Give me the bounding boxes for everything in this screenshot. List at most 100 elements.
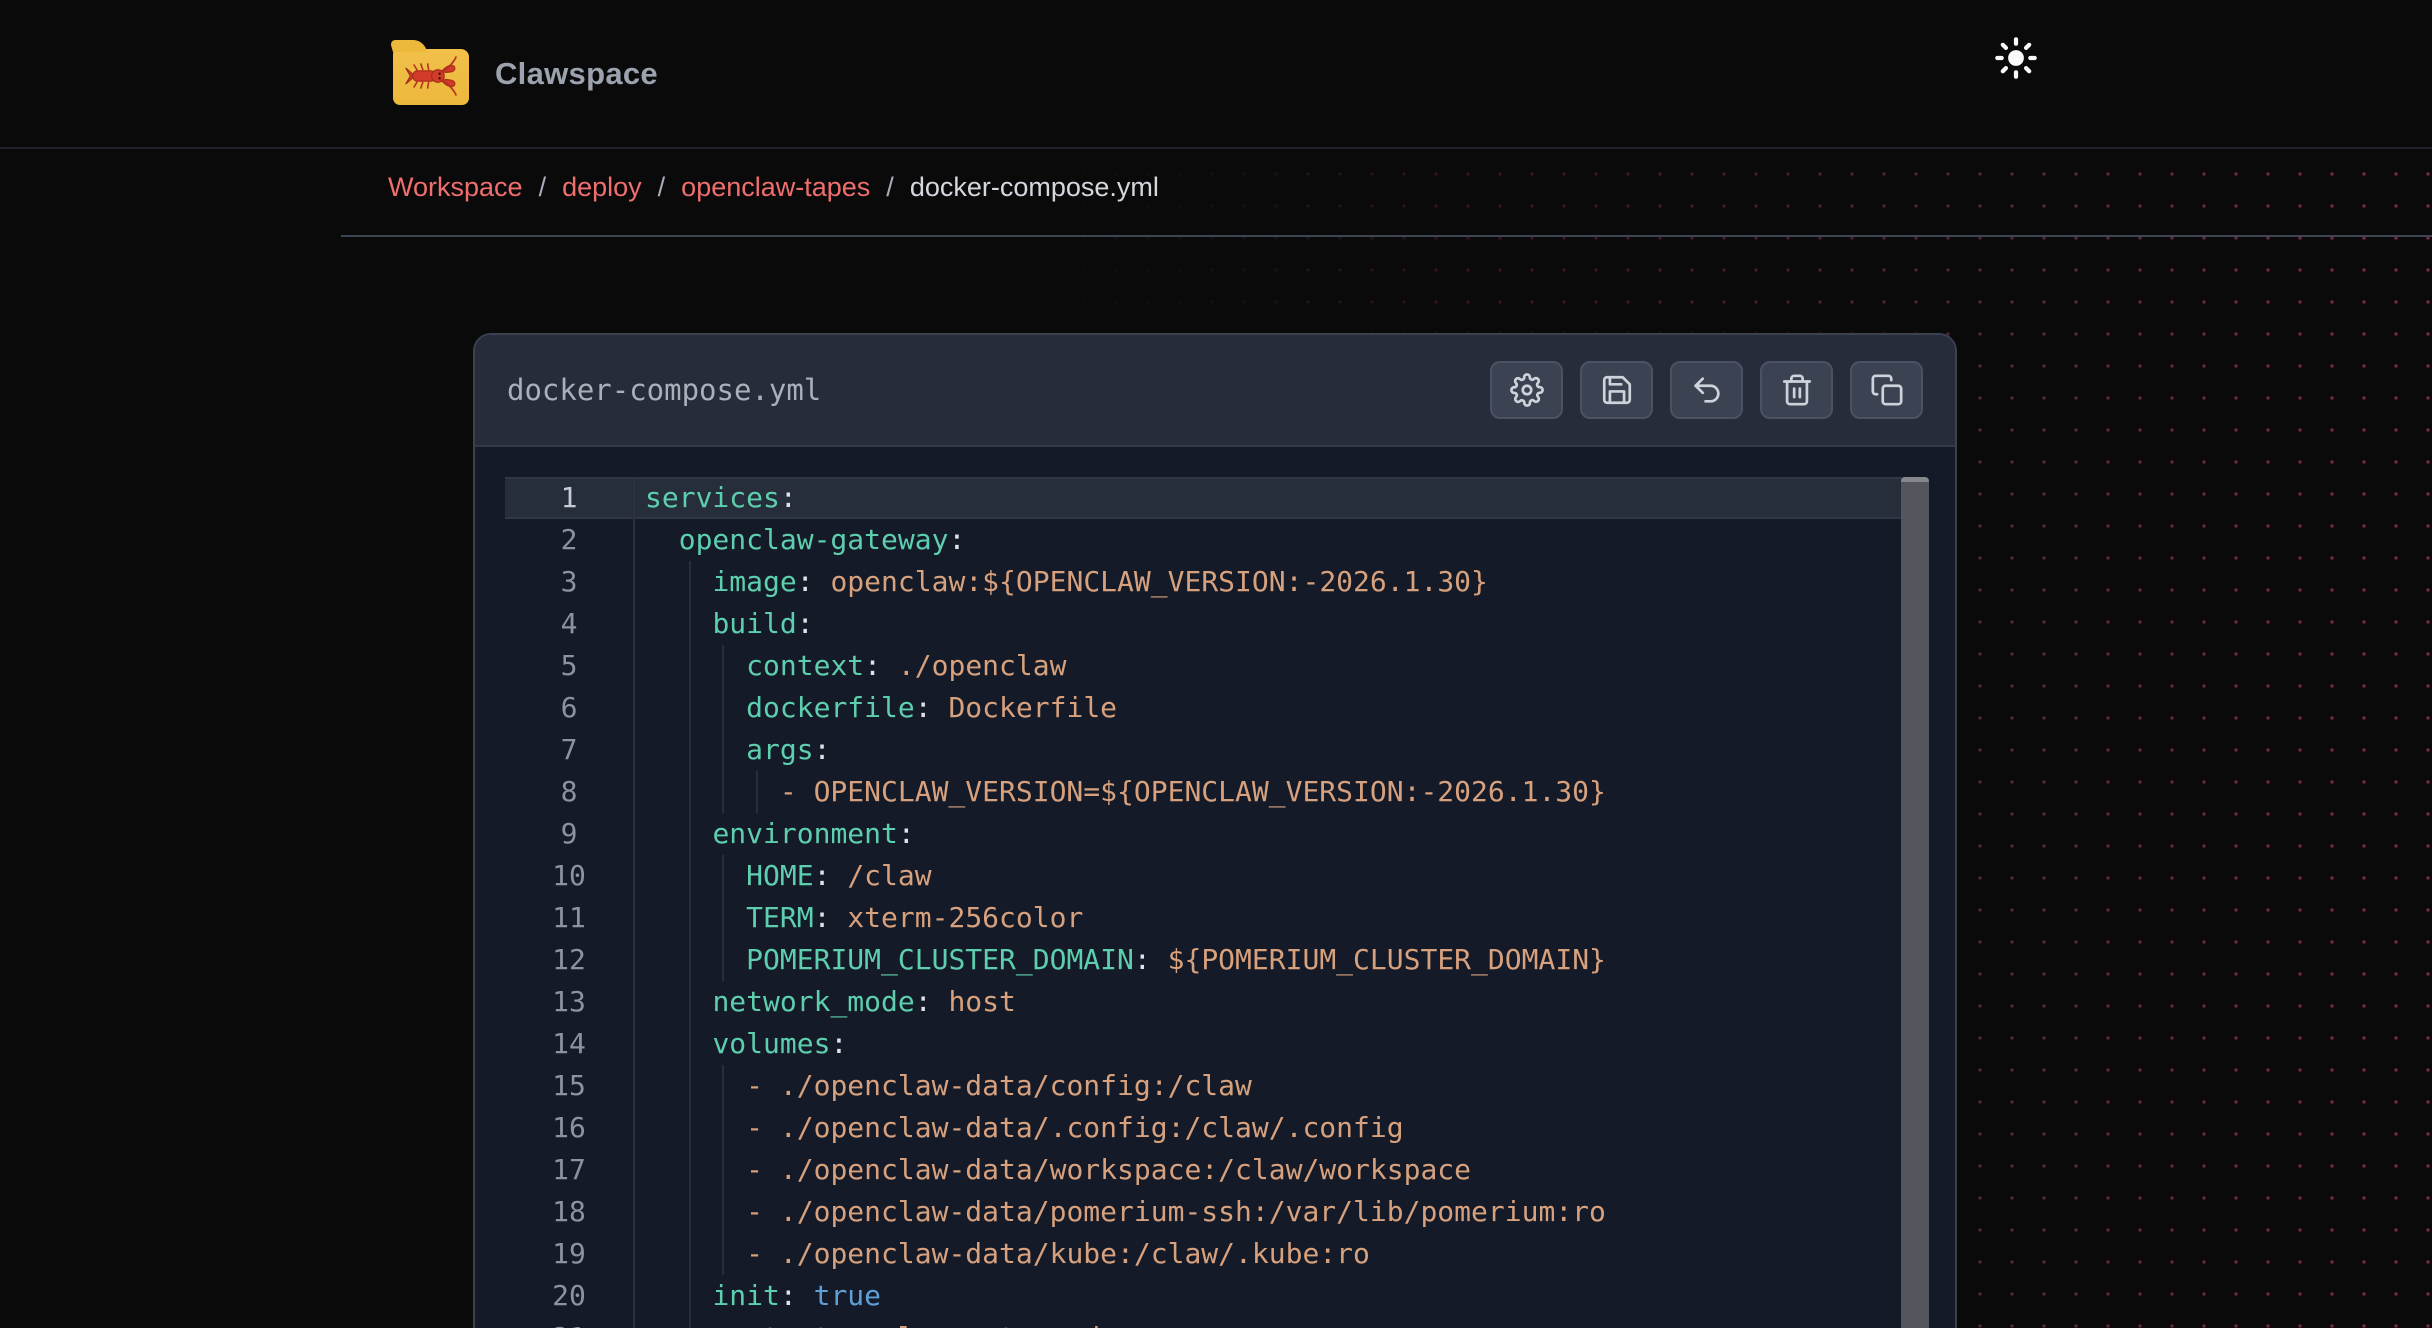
code-token: init (712, 1279, 779, 1312)
editor-panel-header: docker-compose.yml (475, 335, 1955, 447)
code-token: context (746, 649, 864, 682)
code-line[interactable]: 9 environment: (505, 813, 1925, 855)
line-number: 17 (505, 1149, 635, 1191)
editor-toolbar (1490, 361, 1923, 419)
line-number: 6 (505, 687, 635, 729)
code-token: network_mode (712, 985, 914, 1018)
code-line[interactable]: 20 init: true (505, 1275, 1925, 1317)
lobster-icon (403, 53, 459, 99)
code-line-text: - ./openclaw-data/pomerium-ssh:/var/lib/… (635, 1191, 1606, 1233)
code-token (645, 1195, 746, 1228)
copy-button[interactable] (1850, 361, 1923, 419)
theme-toggle-button[interactable] (1988, 30, 2044, 86)
scrollbar-thumb[interactable] (1901, 477, 1929, 1328)
settings-button[interactable] (1490, 361, 1563, 419)
brand-home-link[interactable]: Clawspace (393, 43, 658, 105)
line-number: 7 (505, 729, 635, 771)
code-token: - ./openclaw-data/config:/claw (746, 1069, 1252, 1102)
line-number: 4 (505, 603, 635, 645)
code-token: HOME (746, 859, 813, 892)
breadcrumb-current-file: docker-compose.yml (910, 172, 1159, 203)
indent-guide (689, 1023, 691, 1065)
code-line[interactable]: 8 - OPENCLAW_VERSION=${OPENCLAW_VERSION:… (505, 771, 1925, 813)
indent-guide (722, 1107, 724, 1149)
code-token (645, 1069, 746, 1102)
code-token (645, 943, 746, 976)
breadcrumb-separator: / (658, 172, 666, 203)
code-token: ${POMERIUM_CLUSTER_DOMAIN} (1168, 943, 1606, 976)
code-token: /claw (847, 859, 931, 892)
indent-guide (689, 939, 691, 981)
line-number: 9 (505, 813, 635, 855)
code-line[interactable]: 3 image: openclaw:${OPENCLAW_VERSION:-20… (505, 561, 1925, 603)
code-line[interactable]: 11 TERM: xterm-256color (505, 897, 1925, 939)
code-line[interactable]: 17 - ./openclaw-data/workspace:/claw/wor… (505, 1149, 1925, 1191)
app-header: Clawspace (0, 0, 2432, 149)
undo-button[interactable] (1670, 361, 1743, 419)
breadcrumb-separator: / (886, 172, 894, 203)
code-token (645, 691, 746, 724)
indent-guide (722, 1233, 724, 1275)
code-token (645, 1153, 746, 1186)
indent-guide (689, 1107, 691, 1149)
code-line[interactable]: 10 HOME: /claw (505, 855, 1925, 897)
code-line[interactable]: 14 volumes: (505, 1023, 1925, 1065)
code-line[interactable]: 13 network_mode: host (505, 981, 1925, 1023)
code-line[interactable]: 1services: (505, 477, 1925, 519)
code-line[interactable]: 19 - ./openclaw-data/kube:/claw/.kube:ro (505, 1233, 1925, 1275)
editor-file-title: docker-compose.yml (507, 373, 821, 407)
indent-guide (689, 1233, 691, 1275)
code-area[interactable]: 1services:2 openclaw-gateway:3 image: op… (505, 477, 1925, 1328)
code-token (932, 691, 949, 724)
indent-guide (689, 897, 691, 939)
line-number: 11 (505, 897, 635, 939)
code-line-text: HOME: /claw (635, 855, 932, 897)
code-line[interactable]: 6 dockerfile: Dockerfile (505, 687, 1925, 729)
indent-guide (756, 771, 758, 813)
breadcrumb-openclaw-tapes[interactable]: openclaw-tapes (681, 172, 870, 203)
indent-guide (689, 1149, 691, 1191)
code-line[interactable]: 7 args: (505, 729, 1925, 771)
copy-icon (1870, 373, 1904, 407)
code-token: xterm-256color (847, 901, 1083, 934)
code-token (645, 1027, 712, 1060)
indent-guide (722, 729, 724, 771)
code-token: ./openclaw (898, 649, 1067, 682)
code-line[interactable]: 12 POMERIUM_CLUSTER_DOMAIN: ${POMERIUM_C… (505, 939, 1925, 981)
code-line-text: - ./openclaw-data/workspace:/claw/worksp… (635, 1149, 1471, 1191)
code-token: : (797, 565, 814, 598)
code-line[interactable]: 5 context: ./openclaw (505, 645, 1925, 687)
code-token: build (712, 607, 796, 640)
code-line[interactable]: 4 build: (505, 603, 1925, 645)
code-token: image (712, 565, 796, 598)
code-token: services (645, 481, 780, 514)
code-line[interactable]: 18 - ./openclaw-data/pomerium-ssh:/var/l… (505, 1191, 1925, 1233)
lobster-folder-icon (393, 49, 469, 105)
code-line[interactable]: 21 restart: unless-stopped (505, 1317, 1925, 1328)
code-token: - ./openclaw-data/kube:/claw/.kube:ro (746, 1237, 1370, 1270)
code-token (645, 1111, 746, 1144)
indent-guide (689, 645, 691, 687)
line-number: 13 (505, 981, 635, 1023)
breadcrumb-deploy[interactable]: deploy (562, 172, 642, 203)
code-token (645, 859, 746, 892)
code-token: : (780, 481, 797, 514)
line-number: 10 (505, 855, 635, 897)
code-token: restart (712, 1321, 830, 1328)
indent-guide (722, 939, 724, 981)
undo-icon (1690, 373, 1724, 407)
code-token: POMERIUM_CLUSTER_DOMAIN (746, 943, 1134, 976)
code-token: : (814, 901, 831, 934)
line-number: 14 (505, 1023, 635, 1065)
code-line[interactable]: 16 - ./openclaw-data/.config:/claw/.conf… (505, 1107, 1925, 1149)
indent-guide (689, 729, 691, 771)
code-line-text: restart: unless-stopped (635, 1317, 1100, 1328)
code-line[interactable]: 2 openclaw-gateway: (505, 519, 1925, 561)
indent-guide (722, 1191, 724, 1233)
breadcrumb-workspace[interactable]: Workspace (388, 172, 523, 203)
delete-button[interactable] (1760, 361, 1833, 419)
code-line[interactable]: 15 - ./openclaw-data/config:/claw (505, 1065, 1925, 1107)
save-button[interactable] (1580, 361, 1653, 419)
code-token: : (797, 607, 814, 640)
code-token (830, 859, 847, 892)
